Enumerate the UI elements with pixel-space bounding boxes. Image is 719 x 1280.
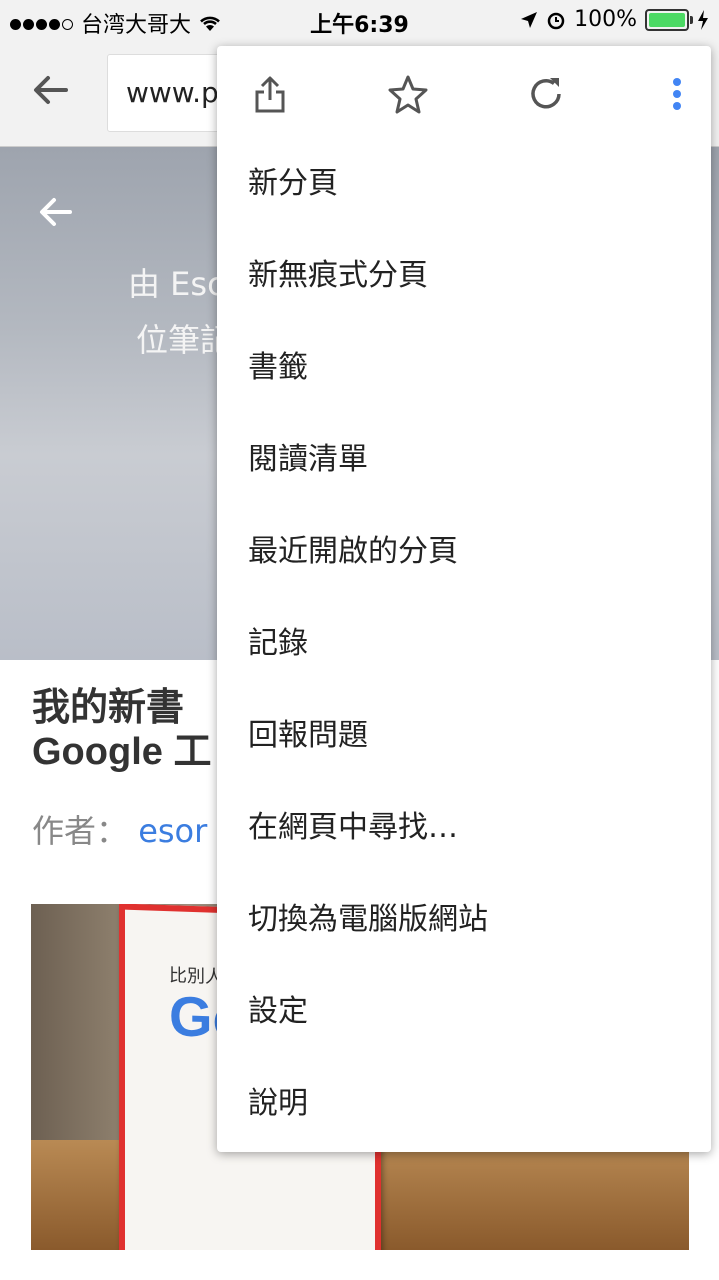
- back-arrow-icon: [40, 198, 72, 226]
- reload-icon: [531, 78, 561, 109]
- menu-item-help[interactable]: 說明: [217, 1058, 711, 1150]
- menu-item-new-incognito-tab[interactable]: 新無痕式分頁: [217, 230, 711, 322]
- author-link[interactable]: esor: [138, 812, 207, 850]
- more-vert-icon: [673, 78, 681, 110]
- battery-icon: [645, 8, 693, 31]
- share-button[interactable]: [246, 70, 294, 118]
- back-button[interactable]: [30, 70, 80, 116]
- menu-icon-row: [217, 46, 711, 142]
- hero-text-line-1: 由 Esc: [128, 265, 225, 303]
- menu-item-recent-tabs[interactable]: 最近開啟的分頁: [217, 506, 711, 598]
- reload-button[interactable]: [522, 70, 570, 118]
- author-label: 作者：: [32, 812, 129, 850]
- menu-item-bookmarks[interactable]: 書籤: [217, 322, 711, 414]
- author-line: 作者： esor: [32, 806, 207, 852]
- bookmark-star-button[interactable]: [384, 70, 432, 118]
- hero-back-button[interactable]: [36, 192, 76, 232]
- star-icon: [388, 75, 428, 114]
- menu-item-settings[interactable]: 設定: [217, 966, 711, 1058]
- menu-item-reading-list[interactable]: 閱讀清單: [217, 414, 711, 506]
- battery-percent: 100%: [574, 7, 637, 32]
- charging-bolt-icon: [698, 9, 708, 30]
- more-options-button[interactable]: [653, 70, 701, 118]
- menu-item-history[interactable]: 記錄: [217, 598, 711, 690]
- location-arrow-icon: [521, 11, 538, 28]
- menu-item-request-desktop-site[interactable]: 切換為電腦版網站: [217, 874, 711, 966]
- menu-item-find-in-page[interactable]: 在網頁中尋找…: [217, 782, 711, 874]
- menu-list: 新分頁 新無痕式分頁 書籤 閱讀清單 最近開啟的分頁 記錄 回報問題 在網頁中尋…: [217, 138, 711, 1150]
- overflow-menu: 新分頁 新無痕式分頁 書籤 閱讀清單 最近開啟的分頁 記錄 回報問題 在網頁中尋…: [217, 46, 711, 1152]
- alarm-clock-icon: [547, 12, 565, 29]
- back-arrow-icon: [34, 76, 68, 104]
- share-icon: [255, 76, 285, 113]
- status-bar: 台湾大哥大 上午6:39 100%: [0, 0, 719, 40]
- menu-item-report-issue[interactable]: 回報問題: [217, 690, 711, 782]
- menu-item-new-tab[interactable]: 新分頁: [217, 138, 711, 230]
